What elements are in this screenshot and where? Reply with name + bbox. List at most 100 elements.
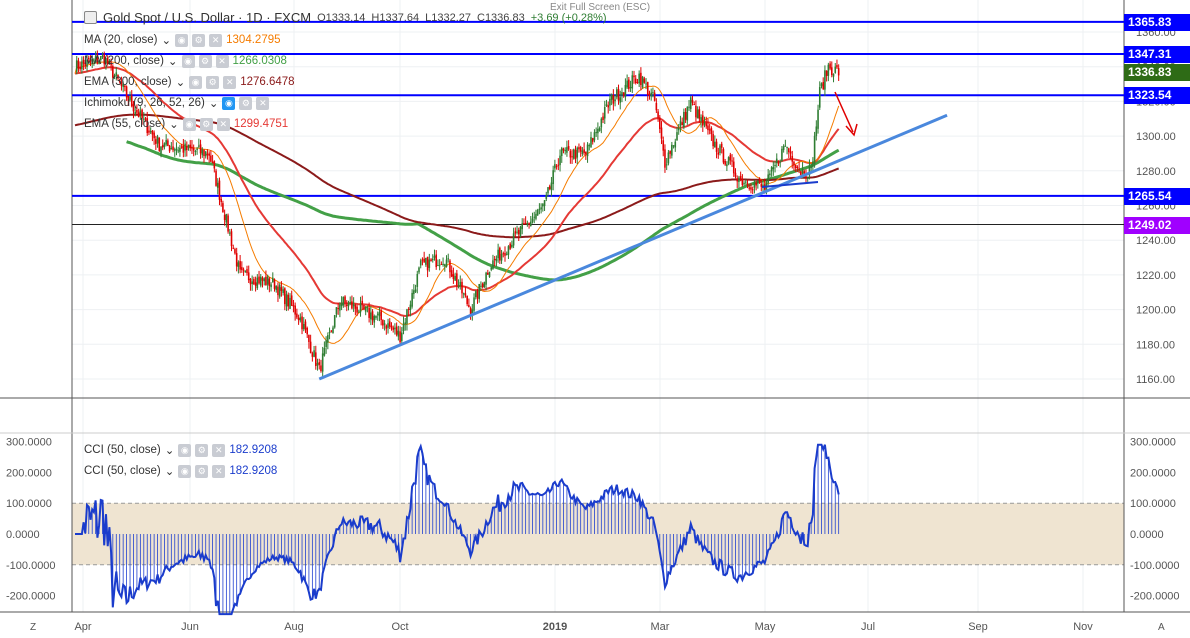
candle bbox=[578, 147, 580, 150]
cci-legend[interactable]: CCI (50, close) ⌄ ◉ ⚙ ✕ 182.9208 bbox=[84, 464, 277, 478]
chevron-down-icon[interactable]: ⌄ bbox=[162, 33, 172, 47]
candle bbox=[732, 161, 735, 174]
candle bbox=[772, 167, 775, 170]
indicator-legend[interactable]: MA (20, close) ⌄ ◉ ⚙ ✕ 1304.2795 bbox=[84, 33, 281, 47]
candle bbox=[261, 277, 264, 281]
indicator-legend[interactable]: Ichimoku (9, 26, 52, 26) ⌄ ◉ ⚙ ✕ bbox=[84, 96, 273, 110]
candle bbox=[598, 128, 601, 131]
close-icon[interactable]: ✕ bbox=[212, 443, 226, 457]
candle bbox=[351, 301, 353, 309]
close-icon[interactable]: ✕ bbox=[216, 117, 230, 131]
chevron-down-icon[interactable]: ⌄ bbox=[165, 464, 175, 478]
candle bbox=[198, 145, 200, 147]
candle bbox=[272, 277, 274, 283]
close-icon[interactable]: ✕ bbox=[256, 96, 270, 110]
candle bbox=[526, 223, 529, 225]
candle bbox=[189, 144, 192, 149]
candle bbox=[672, 145, 675, 147]
candle bbox=[688, 106, 690, 108]
candle bbox=[480, 285, 482, 287]
eye-icon[interactable]: ◉ bbox=[222, 96, 236, 110]
cci-tick: -100.0000 bbox=[1130, 560, 1180, 572]
candle bbox=[786, 147, 788, 149]
cci-legend[interactable]: CCI (50, close) ⌄ ◉ ⚙ ✕ 182.9208 bbox=[84, 443, 277, 457]
candle bbox=[167, 140, 169, 147]
eye-icon[interactable]: ◉ bbox=[181, 54, 195, 68]
candle bbox=[512, 233, 515, 246]
candle bbox=[175, 148, 178, 151]
candle bbox=[323, 347, 326, 356]
gear-icon[interactable]: ⚙ bbox=[199, 117, 213, 131]
candle bbox=[268, 278, 271, 286]
candle bbox=[371, 311, 374, 321]
indicator-label: EMA (55, close) bbox=[84, 118, 166, 130]
candle bbox=[600, 118, 603, 128]
indicator-legend[interactable]: MA (200, close) ⌄ ◉ ⚙ ✕ 1266.0308 bbox=[84, 54, 287, 68]
gear-icon[interactable]: ⚙ bbox=[195, 443, 209, 457]
candle bbox=[485, 272, 487, 285]
candle bbox=[591, 138, 594, 142]
candle bbox=[497, 249, 499, 259]
close-icon[interactable]: ✕ bbox=[215, 54, 229, 68]
gear-icon[interactable]: ⚙ bbox=[239, 96, 253, 110]
candle bbox=[820, 83, 823, 87]
candle bbox=[423, 258, 425, 263]
candle bbox=[462, 293, 465, 295]
chevron-down-icon[interactable]: ⌄ bbox=[168, 54, 178, 68]
zoom-button[interactable]: Z bbox=[30, 622, 36, 633]
eye-icon[interactable]: ◉ bbox=[178, 464, 192, 478]
forecast-arrow bbox=[834, 91, 854, 133]
candle bbox=[414, 289, 417, 292]
exit-full-screen-button[interactable]: Exit Full Screen (ESC) bbox=[550, 2, 650, 13]
candle bbox=[464, 293, 467, 296]
indicator-legend[interactable]: EMA (55, close) ⌄ ◉ ⚙ ✕ 1299.4751 bbox=[84, 117, 288, 131]
candle bbox=[588, 145, 591, 147]
candle bbox=[172, 146, 174, 151]
open-value: O1333.14 bbox=[317, 11, 366, 24]
candle bbox=[729, 154, 732, 161]
collapse-icon[interactable] bbox=[84, 11, 97, 24]
chevron-down-icon[interactable]: ⌄ bbox=[165, 443, 175, 457]
cci-tick: 0.0000 bbox=[1130, 529, 1164, 541]
candle bbox=[223, 214, 226, 221]
gear-icon[interactable]: ⚙ bbox=[195, 464, 209, 478]
close-icon[interactable]: ✕ bbox=[212, 464, 226, 478]
chevron-down-icon[interactable]: ⌄ bbox=[176, 75, 186, 89]
chevron-down-icon[interactable]: ⌄ bbox=[209, 96, 219, 110]
time-tick: Sep bbox=[968, 621, 988, 633]
candle bbox=[437, 265, 439, 267]
indicator-value: 1276.6478 bbox=[240, 76, 295, 88]
candle bbox=[399, 331, 401, 343]
symbol-title[interactable]: Gold Spot / U.S. Dollar · 1D · FXCM bbox=[103, 10, 311, 25]
eye-icon[interactable]: ◉ bbox=[189, 75, 203, 89]
chevron-down-icon[interactable]: ⌄ bbox=[169, 117, 179, 131]
gear-icon[interactable]: ⚙ bbox=[198, 54, 212, 68]
candle bbox=[607, 105, 609, 108]
close-icon[interactable]: ✕ bbox=[209, 33, 223, 47]
indicator-value: 1266.0308 bbox=[232, 55, 287, 67]
candle bbox=[757, 181, 759, 184]
candle bbox=[445, 259, 448, 267]
eye-icon[interactable]: ◉ bbox=[178, 443, 192, 457]
candle bbox=[550, 182, 553, 191]
auto-scale-button[interactable]: A bbox=[1158, 622, 1165, 633]
price-tick: 1240.00 bbox=[1136, 235, 1176, 247]
candle bbox=[473, 297, 475, 311]
candle bbox=[751, 189, 754, 191]
gear-icon[interactable]: ⚙ bbox=[192, 33, 206, 47]
time-tick: Aug bbox=[284, 621, 304, 633]
candle bbox=[590, 137, 592, 148]
eye-icon[interactable]: ◉ bbox=[182, 117, 196, 131]
eye-icon[interactable]: ◉ bbox=[175, 33, 189, 47]
candle bbox=[832, 73, 835, 77]
indicator-legend[interactable]: EMA (300, close) ⌄ ◉ ⚙ ✕ 1276.6478 bbox=[84, 75, 295, 89]
candle bbox=[376, 313, 379, 315]
candle bbox=[493, 258, 496, 260]
candle bbox=[834, 66, 837, 73]
indicator-value: 1299.4751 bbox=[233, 118, 289, 130]
close-icon[interactable]: ✕ bbox=[223, 75, 237, 89]
candle bbox=[573, 149, 575, 159]
candle bbox=[579, 147, 582, 152]
gear-icon[interactable]: ⚙ bbox=[206, 75, 220, 89]
candle bbox=[714, 141, 716, 148]
